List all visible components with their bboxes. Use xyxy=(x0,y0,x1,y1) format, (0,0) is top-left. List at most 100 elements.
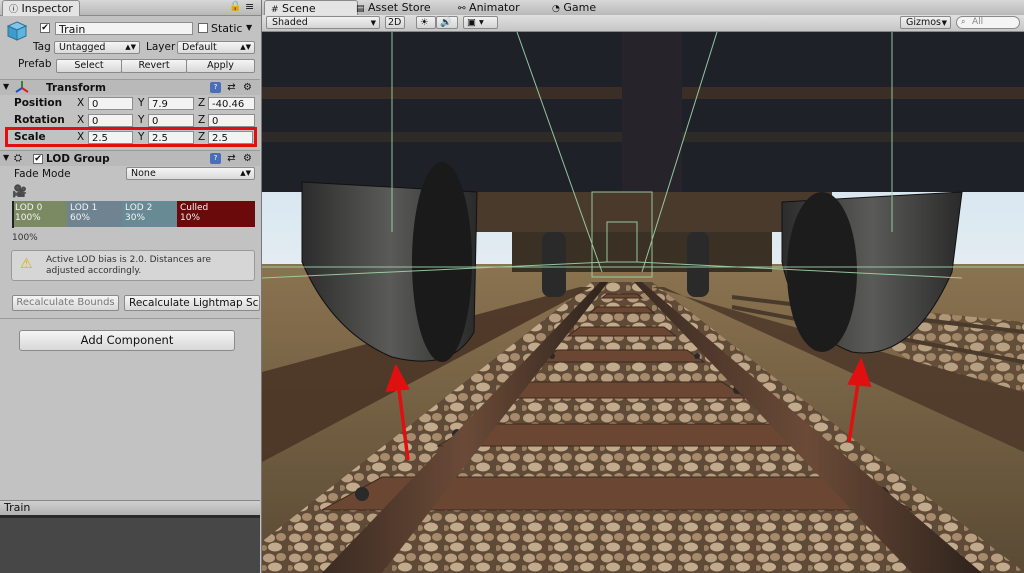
lod-level-0[interactable]: LOD 0 100% xyxy=(12,201,67,227)
warning-icon: ⚠ xyxy=(20,256,33,272)
lod-group-title: LOD Group xyxy=(46,153,110,165)
fade-mode-dropdown[interactable]: None ▲▼ xyxy=(126,167,255,180)
scene-toolbar: Shaded ▼ 2D ☀ 🔊 ▣ ▾ Gizmos ▼ ⌕ All xyxy=(262,15,1024,32)
component-preset-icon[interactable]: ⇄ xyxy=(226,153,237,164)
tab-scene[interactable]: # Scene xyxy=(264,0,358,16)
camera-icon[interactable]: 🎥 xyxy=(12,184,27,198)
tab-asset-store-label: Asset Store xyxy=(368,1,431,14)
lighting-toggle-icon[interactable]: ☀ xyxy=(416,16,436,29)
tab-game-label: Game xyxy=(563,1,597,14)
tab-animator-label: Animator xyxy=(469,1,520,14)
search-icon: ⌕ xyxy=(961,17,966,26)
rotation-z-field[interactable]: 0 xyxy=(208,114,255,127)
layer-dropdown[interactable]: Default ▲▼ xyxy=(177,41,255,54)
foldout-arrow-icon[interactable]: ▼ xyxy=(3,153,9,162)
prefab-label: Prefab xyxy=(18,58,52,70)
preview-area[interactable] xyxy=(0,515,260,573)
lod-level-1[interactable]: LOD 1 60% xyxy=(67,201,122,227)
lod-group-icon: ⛭ xyxy=(14,153,22,164)
scene-render xyxy=(262,32,1024,573)
chevron-down-icon: ▼ xyxy=(941,19,947,27)
scene-viewport[interactable] xyxy=(262,32,1024,573)
panel-menu-icon[interactable]: ≡ xyxy=(245,0,254,13)
audio-toggle-icon[interactable]: 🔊 xyxy=(436,16,458,29)
position-label: Position xyxy=(14,97,63,109)
lock-icon[interactable]: 🔒 xyxy=(229,1,241,12)
gear-icon[interactable]: ⚙ xyxy=(242,82,253,93)
lod-camera-marker[interactable] xyxy=(12,201,14,228)
static-label: Static xyxy=(211,22,243,35)
help-book-icon[interactable]: ? xyxy=(210,82,221,93)
lod-level-name: LOD 2 xyxy=(125,203,153,213)
component-preset-icon[interactable]: ⇄ xyxy=(226,82,237,93)
add-component-button[interactable]: Add Component xyxy=(19,330,235,351)
gear-icon[interactable]: ⚙ xyxy=(242,153,253,164)
2d-toggle-button[interactable]: 2D xyxy=(385,16,405,29)
active-checkbox[interactable]: ✔ xyxy=(40,23,50,33)
chevron-down-icon: ▲▼ xyxy=(240,169,251,177)
help-book-icon[interactable]: ? xyxy=(210,153,221,164)
animator-icon: ⚯ xyxy=(458,4,466,14)
lod-level-percent: 10% xyxy=(180,213,201,223)
axis-y-label: Y xyxy=(138,131,145,143)
preview-title: Train xyxy=(4,501,31,514)
rotation-x-field[interactable]: 0 xyxy=(88,114,133,127)
static-dropdown-arrow-icon[interactable]: ▼ xyxy=(246,23,252,32)
lod-level-2[interactable]: LOD 2 30% xyxy=(122,201,177,227)
axis-y-label: Y xyxy=(138,97,145,109)
tab-game[interactable]: ◔ Game xyxy=(552,0,596,15)
tab-animator[interactable]: ⚯ Animator xyxy=(458,0,520,15)
tab-inspector[interactable]: ⓘ Inspector xyxy=(2,0,80,16)
prefab-apply-button[interactable]: Apply xyxy=(186,59,255,73)
layer-dropdown-value: Default xyxy=(182,42,217,53)
transform-header[interactable]: ▼ Transform ? ⇄ ⚙ xyxy=(0,79,260,95)
scale-label: Scale xyxy=(14,131,46,143)
recalculate-lightmap-button[interactable]: Recalculate Lightmap Scal xyxy=(124,295,260,311)
tag-dropdown-value: Untagged xyxy=(59,42,106,53)
lod-group-enabled-checkbox[interactable]: ✔ xyxy=(33,154,43,164)
scale-z-field[interactable]: 2.5 xyxy=(208,131,253,144)
divider xyxy=(0,318,260,319)
effects-toggle-icon[interactable]: ▣ ▾ xyxy=(463,16,498,29)
scale-y-field[interactable]: 2.5 xyxy=(148,131,194,144)
recalculate-bounds-button[interactable]: Recalculate Bounds xyxy=(12,295,119,311)
scene-search-input[interactable]: ⌕ All xyxy=(956,16,1020,29)
gizmos-dropdown[interactable]: Gizmos ▼ xyxy=(900,16,951,29)
tab-asset-store[interactable]: ▤ Asset Store xyxy=(356,0,431,15)
preview-header[interactable]: Train xyxy=(0,500,260,515)
prefab-revert-button[interactable]: Revert xyxy=(121,59,187,73)
inspector-tab-icon: ⓘ xyxy=(9,5,19,15)
position-z-field[interactable]: -40.46 xyxy=(208,97,255,110)
static-checkbox[interactable] xyxy=(198,23,208,33)
position-y-field[interactable]: 7.9 xyxy=(148,97,194,110)
scene-grid-icon: # xyxy=(271,5,279,15)
fade-mode-value: None xyxy=(131,168,156,179)
axis-z-label: Z xyxy=(198,131,206,143)
lod-group-header[interactable]: ▼ ⛭ ✔ LOD Group ? ⇄ ⚙ xyxy=(0,150,260,166)
scene-search-placeholder: All xyxy=(972,17,984,27)
position-x-field[interactable]: 0 xyxy=(88,97,133,110)
lod-culled[interactable]: Culled 10% xyxy=(177,201,255,227)
rotation-y-field[interactable]: 0 xyxy=(148,114,194,127)
lod-level-percent: 60% xyxy=(70,213,91,223)
tag-label: Tag xyxy=(33,41,51,53)
rotation-label: Rotation xyxy=(14,114,65,126)
transform-axes-icon xyxy=(15,81,29,96)
foldout-arrow-icon[interactable]: ▼ xyxy=(3,82,9,91)
lod-level-name: LOD 1 xyxy=(70,203,98,213)
tab-inspector-label: Inspector xyxy=(21,2,73,15)
object-name-field[interactable]: Train xyxy=(55,22,193,35)
axis-x-label: X xyxy=(77,114,85,126)
transform-title: Transform xyxy=(46,82,106,94)
axis-x-label: X xyxy=(77,131,85,143)
current-lod-percent: 100% xyxy=(12,233,38,243)
prefab-select-button[interactable]: Select xyxy=(56,59,122,73)
lod-bias-warning-text: Active LOD bias is 2.0. Distances are ad… xyxy=(46,255,212,276)
layer-label: Layer xyxy=(146,41,176,53)
fade-mode-label: Fade Mode xyxy=(14,168,71,180)
tag-dropdown[interactable]: Untagged ▲▼ xyxy=(54,41,140,54)
lod-bias-warning-box: ⚠ Active LOD bias is 2.0. Distances are … xyxy=(11,250,255,281)
scale-x-field[interactable]: 2.5 xyxy=(88,131,133,144)
shading-mode-dropdown[interactable]: Shaded ▼ xyxy=(266,16,380,29)
lod-level-name: Culled xyxy=(180,203,209,213)
